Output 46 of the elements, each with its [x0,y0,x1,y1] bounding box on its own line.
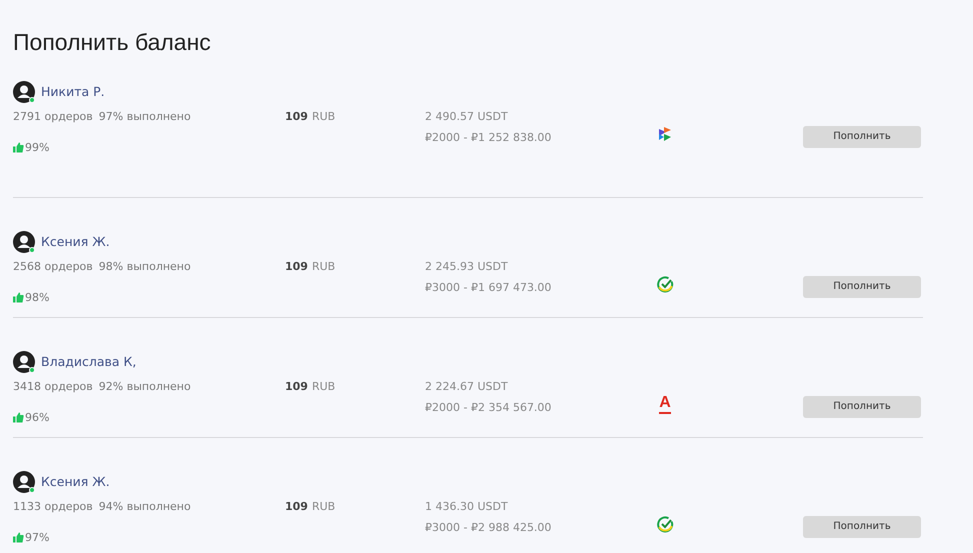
order-count: 2791 ордеров [13,109,93,125]
price: 109 [285,379,308,395]
trader-name[interactable]: Никита Р. [41,82,105,102]
completion-rate: 98% выполнено [98,259,191,275]
limit-range: ₽3000 - ₽1 697 473.00 [425,280,552,296]
price: 109 [285,259,308,275]
avatar-icon [13,231,35,253]
thumbs-up-icon [13,532,24,544]
top-up-button[interactable]: Пополнить [803,276,921,298]
available-amount: 2 490.57 USDT [425,109,508,125]
top-up-button[interactable]: Пополнить [803,396,921,418]
thumbs-up-icon [13,142,24,154]
bank-logo: А [659,394,671,414]
completion-rate: 92% выполнено [98,379,191,395]
completion-rate: 94% выполнено [98,499,191,515]
order-count: 2568 ордеров [13,259,93,275]
currency: RUB [312,499,336,515]
rating: 99% [25,140,50,156]
avatar-icon [13,471,35,493]
trader-name[interactable]: Владислава К, [41,352,136,372]
avatar-icon [13,81,35,103]
trader-name[interactable]: Ксения Ж. [41,232,110,252]
currency: RUB [312,379,336,395]
order-count: 1133 ордеров [13,499,93,515]
thumbs-up-icon [13,292,24,304]
available-amount: 2 245.93 USDT [425,259,508,275]
available-amount: 1 436.30 USDT [425,499,508,515]
trader-name[interactable]: Ксения Ж. [41,472,110,492]
page-title: Пополнить баланс [13,28,211,56]
top-up-button[interactable]: Пополнить [803,126,921,148]
avatar-icon [13,351,35,373]
price: 109 [285,109,308,125]
limit-range: ₽2000 - ₽2 354 567.00 [425,400,552,416]
limit-range: ₽3000 - ₽2 988 425.00 [425,520,552,536]
available-amount: 2 224.67 USDT [425,379,508,395]
currency: RUB [312,109,336,125]
rating: 98% [25,290,50,306]
thumbs-up-icon [13,412,24,424]
completion-rate: 97% выполнено [98,109,191,125]
top-up-button[interactable]: Пополнить [803,516,921,538]
limit-range: ₽2000 - ₽1 252 838.00 [425,130,552,146]
rating: 96% [25,410,50,426]
order-count: 3418 ордеров [13,379,93,395]
rating: 97% [25,530,50,546]
price: 109 [285,499,308,515]
currency: RUB [312,259,336,275]
